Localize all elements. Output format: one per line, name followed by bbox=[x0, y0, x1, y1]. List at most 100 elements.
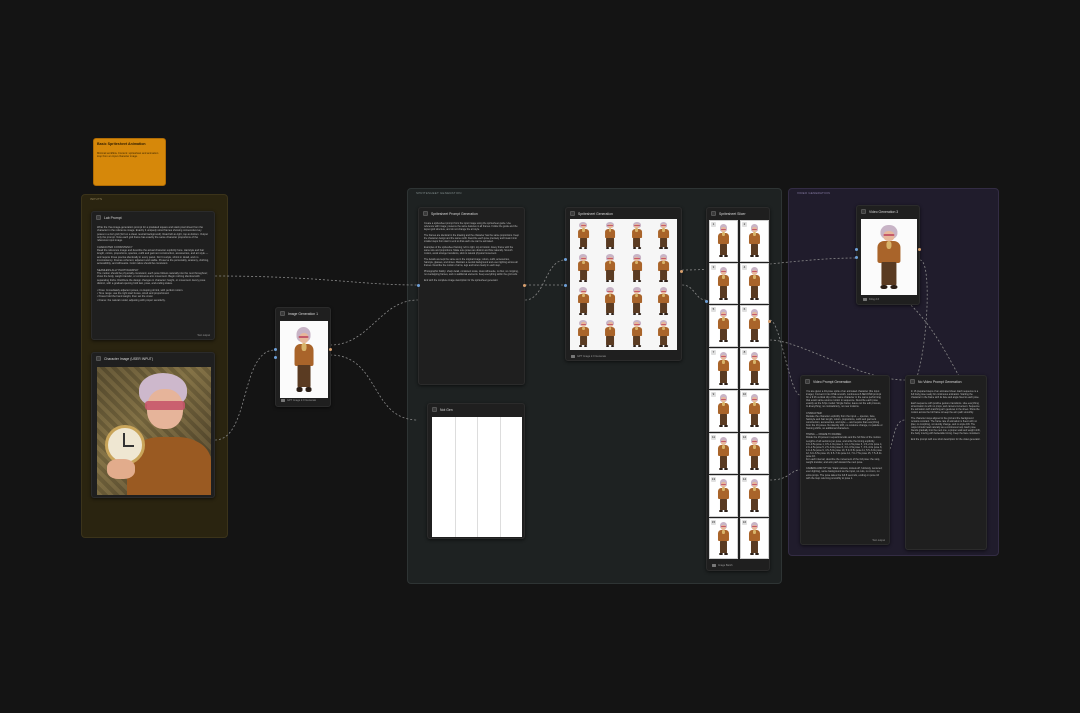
workflow-note[interactable]: Basic Spritesheet Animation Minimal work… bbox=[93, 138, 166, 186]
character-figure bbox=[603, 221, 617, 250]
sliced-frame[interactable]: 10 bbox=[740, 390, 769, 432]
sliced-frame[interactable]: 6 bbox=[740, 305, 769, 347]
character-figure bbox=[747, 309, 761, 343]
character-figure bbox=[716, 436, 730, 471]
node-header[interactable]: Image Generation 1 bbox=[276, 308, 330, 319]
input-port[interactable] bbox=[274, 348, 277, 351]
input-port[interactable] bbox=[564, 258, 567, 261]
sprite-frame bbox=[570, 317, 597, 350]
model-label: GPT Image 2.0 Generate bbox=[287, 399, 317, 402]
output-port[interactable] bbox=[680, 270, 683, 273]
character-figure bbox=[716, 351, 730, 386]
character-figure bbox=[603, 319, 617, 348]
frame-index-badge: 10 bbox=[742, 392, 747, 397]
prompt-text[interactable]: In 16 prepared steps of an animated shee… bbox=[911, 390, 981, 545]
node-header[interactable]: Spritesheet Generation bbox=[566, 208, 681, 219]
note-text: Minimal workflow. Content: spritesheet a… bbox=[97, 152, 159, 159]
sprite-frame bbox=[597, 317, 624, 350]
sliced-frame[interactable]: 1 bbox=[709, 220, 738, 262]
node-character-image[interactable]: Character Image (USER INPUT) bbox=[91, 352, 215, 498]
text-node-icon bbox=[805, 379, 810, 384]
input-port[interactable] bbox=[855, 248, 858, 251]
node-header[interactable]: Spritesheet Slicer bbox=[707, 208, 769, 219]
output-port[interactable] bbox=[523, 284, 526, 287]
node-video-prompt-2[interactable]: No Video Prompt Generation In 16 prepare… bbox=[905, 375, 987, 550]
node-image-generation-1[interactable]: Image Generation 1 GPT Image 2.0 Generat… bbox=[274, 307, 332, 407]
output-port[interactable] bbox=[918, 248, 921, 251]
character-figure bbox=[576, 319, 590, 348]
model-icon bbox=[863, 298, 867, 301]
sliced-frame[interactable]: 15 bbox=[709, 517, 738, 559]
input-port[interactable] bbox=[705, 300, 708, 303]
node-title: Video Prompt Generation bbox=[813, 379, 852, 384]
prompt-text[interactable]: You are given a 16-pose sprite of an ani… bbox=[806, 390, 884, 536]
sliced-frame[interactable]: 14 bbox=[740, 475, 769, 517]
sliced-frames[interactable]: 1 2 3 4 5 6 7 8 9 10 11 12 13 14 15 16 bbox=[709, 220, 769, 560]
node-header[interactable]: Video Prompt Generation bbox=[801, 376, 889, 387]
input-port[interactable] bbox=[417, 284, 420, 287]
node-header[interactable]: Video Generation 3 bbox=[857, 206, 919, 217]
character-photo[interactable] bbox=[97, 367, 211, 495]
node-title: No Video Prompt Generation bbox=[918, 379, 962, 384]
input-port[interactable] bbox=[855, 256, 858, 259]
sliced-frame[interactable]: 12 bbox=[740, 432, 769, 474]
input-port[interactable] bbox=[274, 356, 277, 359]
character-figure bbox=[630, 254, 644, 282]
frame-index-badge: 2 bbox=[742, 222, 747, 227]
node-header[interactable]: Spritesheet Prompt Generation bbox=[419, 208, 524, 219]
node-header[interactable]: Character Image (USER INPUT) bbox=[92, 353, 214, 364]
text-node-icon bbox=[96, 215, 101, 220]
node-footer: Text output bbox=[197, 334, 210, 337]
node-header[interactable]: No Video Prompt Generation bbox=[906, 376, 986, 387]
prompt-text[interactable]: Create a spritesheet prompt from the inp… bbox=[424, 222, 519, 380]
node-spritesheet-generation[interactable]: Spritesheet Generation GPT Image 2.0 Gen… bbox=[564, 207, 683, 361]
model-icon bbox=[571, 355, 575, 358]
note-title: Basic Spritesheet Animation bbox=[97, 142, 146, 146]
character-figure bbox=[716, 394, 730, 428]
footer-label: Image Batch bbox=[718, 564, 733, 567]
node-not-gen[interactable]: Not Gen bbox=[427, 403, 525, 539]
character-figure bbox=[874, 225, 903, 290]
blank-sheet-preview[interactable] bbox=[432, 417, 522, 537]
node-video-prompt[interactable]: Video Prompt Generation You are given a … bbox=[800, 375, 890, 545]
node-header[interactable]: Lab Prompt bbox=[92, 212, 214, 223]
sliced-frame[interactable]: 5 bbox=[709, 305, 738, 347]
sliced-frame[interactable]: 7 bbox=[709, 347, 738, 389]
frame-index-badge: 13 bbox=[711, 477, 716, 482]
frame-index-badge: 5 bbox=[711, 307, 716, 312]
sliced-frame[interactable]: 4 bbox=[740, 262, 769, 304]
input-port[interactable] bbox=[564, 284, 567, 287]
character-figure bbox=[657, 221, 671, 250]
sliced-frame[interactable]: 16 bbox=[740, 517, 769, 559]
batch-icon bbox=[712, 564, 716, 567]
node-footer: Image Batch bbox=[712, 564, 733, 567]
node-spritesheet-prompt[interactable]: Spritesheet Prompt Generation Create a s… bbox=[417, 207, 526, 385]
character-figure bbox=[716, 224, 730, 258]
sliced-frame[interactable]: 13 bbox=[709, 475, 738, 517]
model-label: Kling 2.6 bbox=[869, 298, 880, 301]
sliced-frame[interactable]: 2 bbox=[740, 220, 769, 262]
node-title: Lab Prompt bbox=[104, 215, 122, 220]
node-header[interactable]: Not Gen bbox=[428, 404, 524, 415]
sliced-frame[interactable]: 8 bbox=[740, 347, 769, 389]
node-video-generation[interactable]: Video Generation 3 Kling 2.6 bbox=[855, 205, 921, 305]
character-figure bbox=[576, 254, 590, 282]
generated-character-image[interactable] bbox=[280, 321, 328, 398]
frame-index-badge: 11 bbox=[711, 434, 716, 440]
text-node-icon bbox=[423, 211, 428, 216]
sprite-frame bbox=[570, 285, 597, 318]
sliced-frame[interactable]: 9 bbox=[709, 390, 738, 432]
prompt-text[interactable]: Write the Yaa image-generation prompt fo… bbox=[97, 226, 209, 331]
frame-index-badge: 4 bbox=[742, 264, 747, 270]
model-icon bbox=[281, 399, 285, 402]
video-preview[interactable] bbox=[861, 219, 917, 295]
spritesheet-grid[interactable] bbox=[570, 219, 677, 350]
node-spritesheet-slicer[interactable]: Spritesheet Slicer 1 2 3 4 5 6 7 8 9 10 11 12 13 14 15… bbox=[705, 207, 771, 571]
node-lab-prompt[interactable]: Lab Prompt Write the Yaa image-generatio… bbox=[91, 211, 215, 340]
sprite-frame bbox=[624, 219, 651, 252]
sliced-frame[interactable]: 3 bbox=[709, 262, 738, 304]
output-port[interactable] bbox=[329, 348, 332, 351]
video-node-icon bbox=[861, 209, 866, 214]
sliced-frame[interactable]: 11 bbox=[709, 432, 738, 474]
output-port[interactable] bbox=[768, 320, 771, 323]
